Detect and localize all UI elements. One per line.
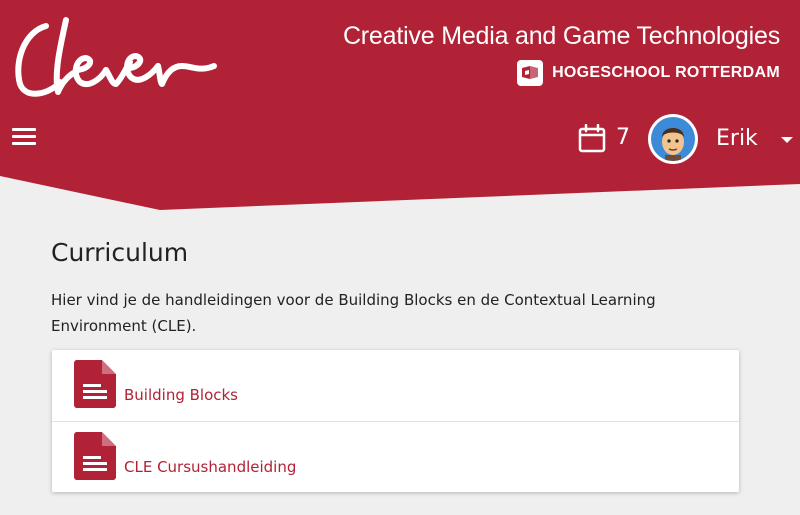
- hamburger-menu-icon[interactable]: [12, 128, 36, 150]
- list-item-cle-cursushandleiding[interactable]: CLE Cursushandleiding: [52, 421, 739, 493]
- hogeschool-rotterdam-icon: [517, 60, 544, 86]
- documents-card: Building Blocks CLE Cursushandleiding: [52, 350, 739, 492]
- program-title: Creative Media and Game Technologies: [342, 22, 780, 50]
- document-link[interactable]: Building Blocks: [124, 386, 238, 404]
- institution-logo[interactable]: HOGESCHOOL ROTTERDAM: [517, 60, 780, 86]
- calendar-icon[interactable]: [578, 124, 606, 154]
- chevron-down-icon[interactable]: [781, 137, 793, 143]
- user-avatar-icon: [651, 117, 695, 161]
- calendar-count[interactable]: 7: [616, 125, 630, 150]
- avatar[interactable]: [648, 114, 698, 164]
- institution-name: HOGESCHOOL ROTTERDAM: [552, 64, 780, 81]
- header: Creative Media and Game Technologies HOG…: [0, 0, 800, 210]
- list-item-building-blocks[interactable]: Building Blocks: [52, 350, 739, 421]
- document-link[interactable]: CLE Cursushandleiding: [124, 458, 296, 476]
- user-name[interactable]: Erik: [716, 126, 758, 151]
- page-title: Curriculum: [51, 238, 189, 267]
- intro-text: Hier vind je de handleidingen voor de Bu…: [51, 291, 656, 335]
- document-icon: [74, 360, 116, 408]
- document-icon: [74, 432, 116, 480]
- clever-logo[interactable]: [10, 12, 220, 102]
